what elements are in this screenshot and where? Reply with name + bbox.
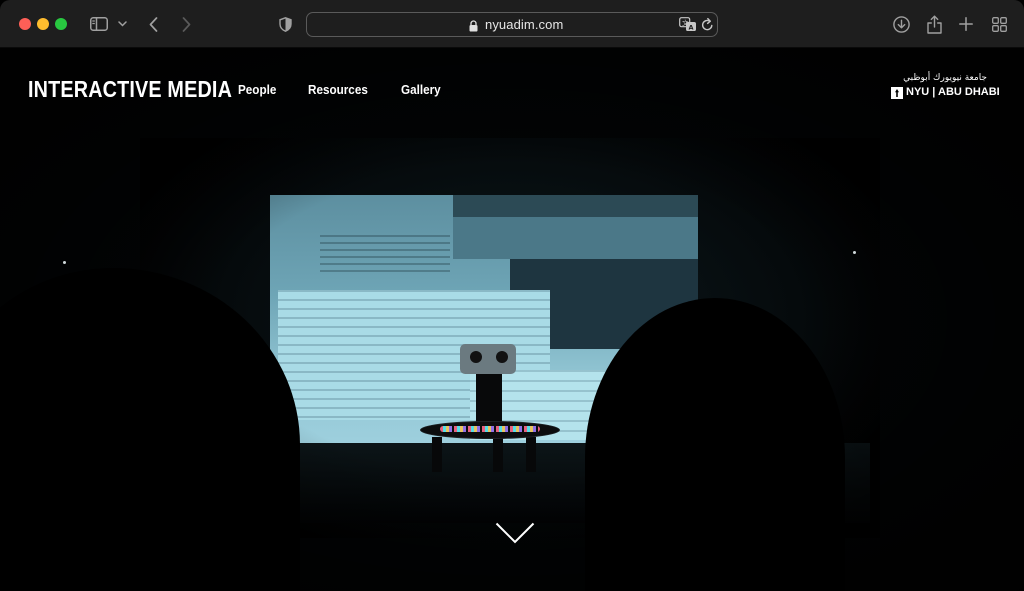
download-icon[interactable] (891, 12, 911, 36)
share-icon[interactable] (925, 12, 943, 36)
chevron-down-icon[interactable] (495, 522, 535, 549)
browser-toolbar: nyuadim.com 文A (0, 0, 1024, 48)
svg-text:A: A (689, 23, 694, 31)
site-brand[interactable]: INTERACTIVE MEDIA (28, 76, 232, 103)
back-icon[interactable] (146, 12, 160, 36)
browser-window: nyuadim.com 文A INTERACTIVE MEDIA People … (0, 0, 1024, 591)
nav-resources[interactable]: Resources (308, 82, 368, 97)
nav-gallery[interactable]: Gallery (401, 82, 441, 97)
url-text: nyuadim.com (485, 17, 564, 32)
address-bar[interactable]: nyuadim.com 文A (306, 12, 718, 37)
lock-icon (469, 19, 478, 37)
hero-image (0, 48, 1024, 591)
main-nav: People Resources Gallery (238, 82, 472, 97)
nyu-abu-dhabi-logo[interactable]: جامعة نيويورك أبوظبي NYU | ABU DHABI (890, 73, 1000, 103)
forward-icon[interactable] (179, 12, 193, 36)
close-window-button[interactable] (19, 18, 31, 30)
reload-icon[interactable] (701, 17, 714, 37)
shield-icon[interactable] (277, 12, 293, 36)
page-viewport: INTERACTIVE MEDIA People Resources Galle… (0, 48, 1024, 591)
tab-overview-icon[interactable] (991, 12, 1008, 36)
logo-latin-text: NYU | ABU DHABI (906, 86, 1000, 98)
chevron-down-icon[interactable] (116, 12, 128, 36)
nyu-torch-icon (891, 87, 903, 99)
plus-icon[interactable] (958, 12, 974, 36)
translate-icon[interactable]: 文A (679, 17, 697, 37)
sidebar-icon[interactable] (89, 12, 109, 36)
minimize-window-button[interactable] (37, 18, 49, 30)
zoom-window-button[interactable] (55, 18, 67, 30)
logo-arabic-text: جامعة نيويورك أبوظبي (903, 73, 987, 83)
nav-people[interactable]: People (238, 82, 276, 97)
